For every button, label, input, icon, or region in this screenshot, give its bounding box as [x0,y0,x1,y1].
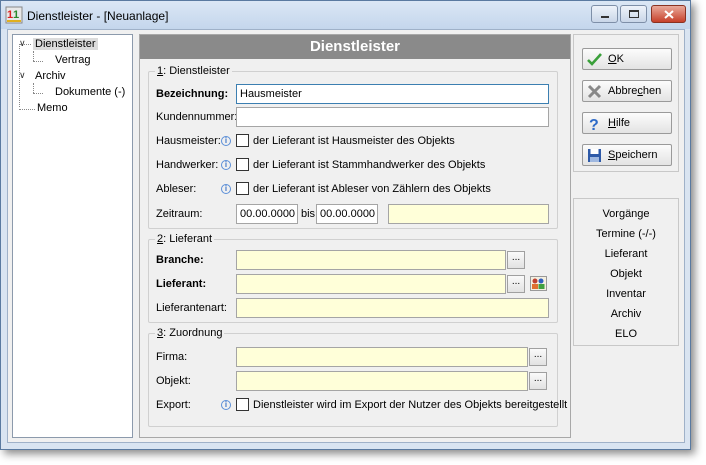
action-panel: OK Abbrechen ? Hilfe Speichern [573,34,679,172]
objekt-field[interactable] [236,371,528,391]
tree-item-vertrag[interactable]: Vertrag [55,54,90,66]
minimize-icon [601,16,609,18]
info-icon[interactable]: i [221,136,231,146]
link-objekt[interactable]: Objekt [574,268,678,280]
hausmeister-label: Hausmeister: [156,135,221,147]
ok-button[interactable]: OK [582,48,672,70]
export-text: Dienstleister wird im Export der Nutzer … [253,399,568,411]
group-zuordnung: 3: Zuordnung Firma: ... Objekt: ... Expo… [148,327,567,427]
group-lieferant: 2: Lieferant Branche: ... Lieferant: ...… [148,233,558,323]
link-lieferant[interactable]: Lieferant [574,248,678,260]
info-icon[interactable]: i [221,400,231,410]
firma-browse-button[interactable]: ... [529,348,547,366]
zeitraum-extra-field[interactable] [388,204,549,224]
group-dienstleister: 1: Dienstleister Bezeichnung: Hausmeiste… [148,65,558,229]
tree-item-dienstleister[interactable]: Dienstleister [33,38,98,50]
help-question-icon: ? [589,117,599,131]
branche-field[interactable] [236,250,506,270]
tree-item-dokumente[interactable]: Dokumente (-) [55,86,125,98]
branche-label: Branche: [156,254,204,266]
branche-browse-button[interactable]: ... [507,251,525,269]
hausmeister-text: der Lieferant ist Hausmeister des Objekt… [253,135,455,147]
dialog-client: ∨ Dienstleister Vertrag ∨ Archiv Dokumen… [7,29,685,443]
tree-item-memo[interactable]: Memo [37,102,68,114]
expand-chevron-icon[interactable]: ∨ [19,70,26,81]
svg-text:1: 1 [13,9,19,21]
hausmeister-checkbox[interactable] [236,134,249,147]
zeitraum-to-field[interactable]: 00.00.0000 [316,204,378,224]
lieferant-browse-button[interactable]: ... [507,275,525,293]
form-panel: Dienstleister 1: Dienstleister Bezeichnu… [139,34,571,438]
export-label: Export: [156,399,191,411]
app-icon: 1 1 [5,6,23,24]
maximize-icon [629,10,639,18]
handwerker-text: der Lieferant ist Stammhandwerker des Ob… [253,159,486,171]
ableser-label: Ableser: [156,183,197,195]
group-legend: 1: Dienstleister [155,65,232,77]
kundennummer-label: Kundennummer: [156,111,238,123]
lieferant-field[interactable] [236,274,506,294]
save-button[interactable]: Speichern [582,144,672,166]
checkmark-icon [587,53,602,66]
objekt-label: Objekt: [156,375,191,387]
link-inventar[interactable]: Inventar [574,288,678,300]
lieferantenart-label: Lieferantenart: [156,302,227,314]
export-checkbox[interactable] [236,398,249,411]
contacts-icon[interactable] [530,276,547,291]
link-archiv[interactable]: Archiv [574,308,678,320]
tree-item-archiv[interactable]: Archiv [35,70,66,82]
link-termine[interactable]: Termine (-/-) [574,228,678,240]
save-disk-icon [588,149,601,162]
dialog-window: 1 1 Dienstleister - [Neuanlage] ∨ Dienst… [0,0,691,450]
ableser-checkbox[interactable] [236,182,249,195]
bezeichnung-field[interactable]: Hausmeister [236,84,549,104]
zeitraum-label: Zeitraum: [156,208,203,220]
related-links-panel: Vorgänge Termine (-/-) Lieferant Objekt … [573,198,679,346]
firma-label: Firma: [156,351,188,363]
handwerker-checkbox[interactable] [236,158,249,171]
handwerker-label: Handwerker: [156,159,219,171]
group-legend: 3: Zuordnung [155,327,225,339]
title-bar[interactable]: 1 1 Dienstleister - [Neuanlage] [1,1,690,29]
page-title: Dienstleister [140,35,570,59]
ableser-text: der Lieferant ist Ableser von Zählern de… [253,183,491,195]
maximize-button[interactable] [620,5,647,23]
bezeichnung-label: Bezeichnung: [156,88,229,100]
svg-text:?: ? [589,117,599,131]
help-button[interactable]: ? Hilfe [582,112,672,134]
link-elo[interactable]: ELO [574,328,678,340]
minimize-button[interactable] [591,5,618,23]
close-icon [664,10,674,19]
close-button[interactable] [651,5,686,23]
expand-chevron-icon[interactable]: ∨ [19,38,26,49]
cancel-button[interactable]: Abbrechen [582,80,672,102]
info-icon[interactable]: i [221,160,231,170]
firma-field[interactable] [236,347,528,367]
window-title: Dienstleister - [Neuanlage] [27,9,169,23]
link-vorgaenge[interactable]: Vorgänge [574,208,678,220]
kundennummer-field[interactable] [236,107,549,127]
bis-label: bis [301,208,316,220]
lieferantenart-field[interactable] [236,298,549,318]
cancel-x-icon [587,84,602,99]
navigation-tree: ∨ Dienstleister Vertrag ∨ Archiv Dokumen… [12,34,133,438]
zeitraum-from-field[interactable]: 00.00.0000 [236,204,298,224]
info-icon[interactable]: i [221,184,231,194]
lieferant-label: Lieferant: [156,278,207,290]
objekt-browse-button[interactable]: ... [529,372,547,390]
group-legend: 2: Lieferant [155,233,215,245]
